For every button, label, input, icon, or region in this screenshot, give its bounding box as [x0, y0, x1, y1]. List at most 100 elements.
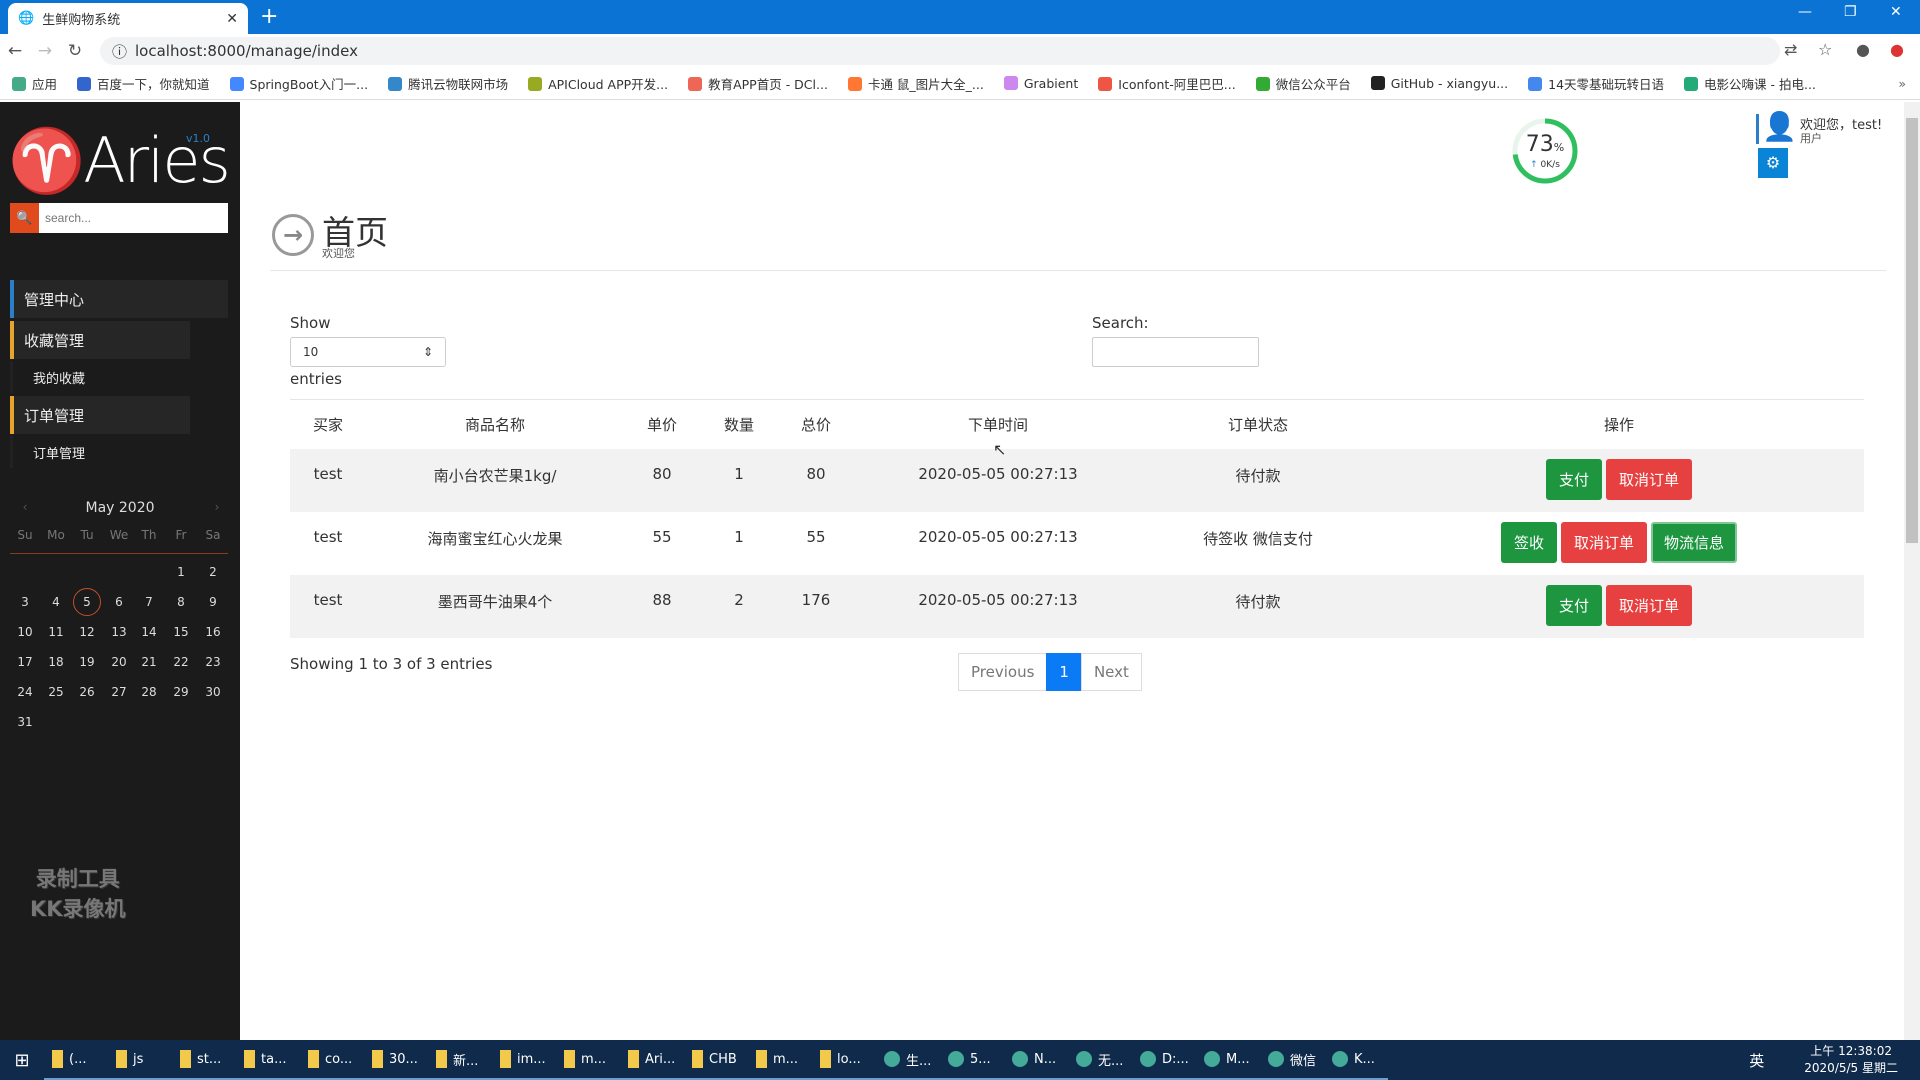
calendar-day[interactable]: 21: [134, 651, 164, 675]
calendar-day[interactable]: 7: [134, 591, 164, 615]
translate-icon[interactable]: ⇄: [1784, 40, 1797, 59]
column-header[interactable]: 单价: [624, 400, 700, 449]
taskbar-item[interactable]: 新...: [428, 1040, 492, 1080]
bookmark-item[interactable]: 百度一下，你就知道: [77, 74, 210, 93]
taskbar-item[interactable]: im...: [492, 1040, 556, 1080]
browser-tab[interactable]: 🌐 生鲜购物系统 ✕: [8, 3, 248, 34]
page-length-select[interactable]: 10 ⇕: [290, 337, 446, 367]
taskbar-item[interactable]: st...: [172, 1040, 236, 1080]
previous-button[interactable]: Previous: [958, 653, 1048, 691]
calendar-day[interactable]: 12: [72, 621, 102, 645]
taskbar-item[interactable]: 生...: [876, 1040, 940, 1080]
column-header[interactable]: 买家: [290, 400, 366, 449]
sidebar-item[interactable]: 管理中心: [10, 280, 228, 318]
more-bookmarks-button[interactable]: »: [1898, 76, 1906, 91]
bookmark-item[interactable]: 微信公众平台: [1255, 74, 1351, 93]
calendar-day[interactable]: 17: [10, 651, 40, 675]
calendar-day[interactable]: 29: [166, 681, 196, 705]
taskbar-item[interactable]: 5...: [940, 1040, 1004, 1080]
bookmark-item[interactable]: 腾讯云物联网市场: [388, 74, 508, 93]
action-button[interactable]: 物流信息: [1651, 521, 1738, 563]
calendar-day[interactable]: 26: [72, 681, 102, 705]
start-windows-icon[interactable]: ⊞: [0, 1050, 44, 1071]
calendar-day[interactable]: 4: [41, 591, 71, 615]
calendar-day[interactable]: 15: [166, 621, 196, 645]
action-button[interactable]: 支付: [1545, 458, 1602, 500]
action-button[interactable]: 取消订单: [1606, 584, 1693, 626]
action-button[interactable]: 支付: [1545, 584, 1602, 626]
prev-month-icon[interactable]: ‹: [10, 500, 40, 514]
column-header[interactable]: 总价: [778, 400, 854, 449]
calendar-day[interactable]: 14: [134, 621, 164, 645]
bookmark-item[interactable]: GitHub - xiangyu...: [1370, 76, 1508, 91]
calendar-day[interactable]: 10: [10, 621, 40, 645]
calendar-day[interactable]: 11: [41, 621, 71, 645]
calendar-day[interactable]: 31: [10, 711, 40, 735]
next-month-icon[interactable]: ›: [202, 500, 232, 514]
calendar-day[interactable]: 24: [10, 681, 40, 705]
calendar-day[interactable]: 20: [104, 651, 134, 675]
bookmark-item[interactable]: 教育APP首页 - DCl...: [688, 74, 828, 93]
bookmark-item[interactable]: SpringBoot入门一...: [229, 74, 368, 93]
taskbar-item[interactable]: Ari...: [620, 1040, 684, 1080]
bookmark-item[interactable]: APICloud APP开发...: [528, 74, 668, 93]
sidebar-item[interactable]: 收藏管理: [10, 321, 190, 359]
calendar-day[interactable]: 1: [166, 561, 196, 585]
calendar-day[interactable]: 30: [198, 681, 228, 705]
bookmark-item[interactable]: Grabient: [1003, 76, 1078, 91]
calendar-day[interactable]: 28: [134, 681, 164, 705]
taskbar-item[interactable]: ta...: [236, 1040, 300, 1080]
settings-gear-icon[interactable]: ⚙: [1758, 148, 1788, 178]
bookmark-item[interactable]: 卡通 鼠_图片大全_...: [847, 74, 984, 93]
calendar-day[interactable]: 19: [72, 651, 102, 675]
bookmark-item[interactable]: 14天零基础玩转日语: [1528, 74, 1664, 93]
taskbar-item[interactable]: 无...: [1068, 1040, 1132, 1080]
sidebar-item[interactable]: 订单管理: [10, 436, 228, 468]
taskbar-item[interactable]: (...: [44, 1040, 108, 1080]
calendar-day[interactable]: 2: [198, 561, 228, 585]
minimize-button[interactable]: —: [1798, 4, 1812, 20]
restore-button[interactable]: ❐: [1844, 4, 1857, 20]
close-tab-icon[interactable]: ✕: [226, 11, 238, 27]
bookmark-item[interactable]: Iconfont-阿里巴巴...: [1098, 74, 1236, 93]
calendar-day[interactable]: 6: [104, 591, 134, 615]
calendar-day[interactable]: 25: [41, 681, 71, 705]
clock[interactable]: 上午 12:38:02 2020/5/5 星期二: [1804, 1043, 1898, 1077]
bookmark-item[interactable]: 电影公嗨课 - 拍电...: [1684, 74, 1816, 93]
action-button[interactable]: 签收: [1500, 521, 1557, 563]
sidebar-item[interactable]: 我的收藏: [10, 361, 228, 393]
calendar-day[interactable]: 9: [198, 591, 228, 615]
url-input[interactable]: ⓘ localhost:8000/manage/index: [100, 37, 1780, 65]
calendar-day[interactable]: 22: [166, 651, 196, 675]
reload-icon[interactable]: ↻: [60, 41, 90, 61]
taskbar-item[interactable]: CHB: [684, 1040, 748, 1080]
star-icon[interactable]: ☆: [1818, 40, 1832, 59]
taskbar-item[interactable]: co...: [300, 1040, 364, 1080]
taskbar-item[interactable]: 30...: [364, 1040, 428, 1080]
taskbar-item[interactable]: m...: [748, 1040, 812, 1080]
calendar-day[interactable]: 23: [198, 651, 228, 675]
extension-icon[interactable]: ●: [1890, 40, 1904, 59]
table-search-input[interactable]: [1092, 337, 1259, 367]
calendar-day[interactable]: 18: [41, 651, 71, 675]
action-button[interactable]: 取消订单: [1560, 521, 1647, 563]
calendar-day[interactable]: 13: [104, 621, 134, 645]
action-button[interactable]: 取消订单: [1606, 458, 1693, 500]
calendar-day-today[interactable]: 5: [73, 588, 101, 616]
ime-indicator[interactable]: 英: [1749, 1050, 1764, 1071]
search-icon[interactable]: 🔍: [10, 203, 39, 233]
user-icon[interactable]: 👤: [1762, 110, 1797, 143]
column-header[interactable]: 操作: [1374, 400, 1864, 449]
taskbar-item[interactable]: N...: [1004, 1040, 1068, 1080]
calendar-day[interactable]: 3: [10, 591, 40, 615]
close-window-button[interactable]: ✕: [1890, 4, 1902, 20]
calendar-day[interactable]: 16: [198, 621, 228, 645]
scrollbar-thumb[interactable]: [1906, 118, 1918, 543]
column-header[interactable]: 订单状态: [1142, 400, 1374, 449]
forward-icon[interactable]: →: [30, 41, 60, 61]
page-1-button[interactable]: 1: [1046, 653, 1082, 691]
taskbar-item[interactable]: 微信: [1260, 1040, 1324, 1080]
calendar-day[interactable]: 27: [104, 681, 134, 705]
taskbar-item[interactable]: D:...: [1132, 1040, 1196, 1080]
next-button[interactable]: Next: [1080, 653, 1142, 691]
